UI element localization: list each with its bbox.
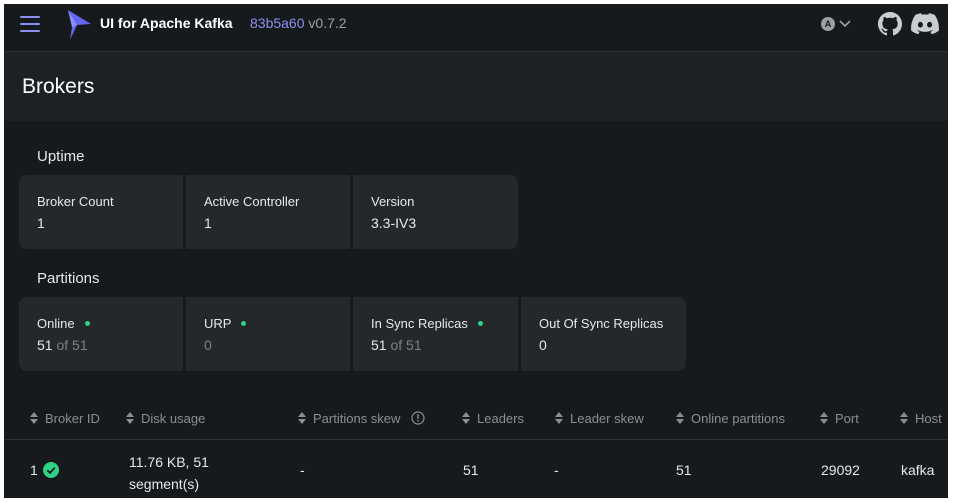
column-header-leaders[interactable]: Leaders (462, 397, 524, 439)
column-header-leader-skew[interactable]: Leader skew (555, 397, 644, 439)
column-header-online-partitions[interactable]: Online partitions (676, 397, 785, 439)
sort-icon (126, 412, 134, 424)
top-navbar: UI for Apache Kafka 83b5a60 v0.7.2 A (4, 4, 948, 52)
metric-value: 1 (204, 215, 212, 231)
user-menu[interactable]: A (821, 15, 851, 33)
column-header-port[interactable]: Port (820, 397, 859, 439)
metric-card-broker-count: Broker Count 1 (19, 175, 183, 249)
metric-value: 51 (37, 337, 53, 353)
cell-disk-usage: 11.76 KB, 51 segment(s) (129, 454, 209, 492)
partitions-section-title: Partitions (37, 270, 100, 287)
avatar: A (821, 17, 835, 31)
metric-label: Active Controller (204, 194, 300, 209)
metric-card-active-controller: Active Controller 1 (186, 175, 350, 249)
cell-port: 29092 (821, 462, 860, 478)
metric-total: of 51 (390, 337, 422, 353)
status-dot-icon (241, 321, 247, 326)
metric-card-urp: URP 0 (186, 297, 350, 371)
column-header-partitions-skew[interactable]: Partitions skew (298, 397, 426, 439)
cell-leaders: 51 (463, 462, 479, 478)
metric-label: Broker Count (37, 194, 114, 209)
metric-label: Version (371, 194, 415, 209)
app-title[interactable]: UI for Apache Kafka (100, 15, 233, 31)
column-header-disk-usage[interactable]: Disk usage (126, 397, 205, 439)
discord-icon[interactable] (911, 13, 939, 35)
cell-online-partitions: 51 (676, 462, 692, 478)
info-icon[interactable] (411, 411, 426, 425)
metric-value: 51 (371, 337, 387, 353)
sort-icon (462, 412, 470, 424)
sort-icon (298, 412, 306, 424)
metric-value: 3.3-IV3 (371, 215, 417, 231)
metric-value: 1 (37, 215, 45, 231)
metric-label: In Sync Replicas (371, 316, 468, 331)
cell-leader-skew: - (554, 462, 559, 478)
menu-icon[interactable] (20, 16, 40, 32)
metric-card-version: Version 3.3-IV3 (353, 175, 518, 249)
sort-icon (900, 412, 908, 424)
app-window: UI for Apache Kafka 83b5a60 v0.7.2 A Bro… (4, 4, 948, 498)
cell-broker-id[interactable]: 1 (30, 462, 59, 478)
partitions-metrics: Online 51 of 51 URP 0 In Sync Replicas 5… (19, 297, 686, 371)
metric-total: of 51 (56, 337, 88, 353)
github-icon[interactable] (878, 12, 902, 36)
table-row[interactable]: 1 11.76 KB, 51 segment(s) - 51 - 51 2909… (4, 440, 948, 498)
cell-partitions-skew: - (300, 462, 305, 478)
metric-label: URP (204, 316, 232, 331)
status-dot-icon (477, 321, 483, 326)
sort-icon (676, 412, 684, 424)
metric-label: Out Of Sync Replicas (539, 316, 664, 331)
metric-card-online: Online 51 of 51 (19, 297, 183, 371)
metric-label: Online (37, 316, 75, 331)
check-circle-icon (42, 462, 59, 478)
metric-card-in-sync-replicas: In Sync Replicas 51 of 51 (353, 297, 518, 371)
commit-hash[interactable]: 83b5a60 (250, 15, 305, 31)
uptime-metrics: Broker Count 1 Active Controller 1 Versi… (19, 175, 518, 249)
brokers-table-header: Broker ID Disk usage Partitions skew Lea… (4, 397, 948, 440)
sort-icon (555, 412, 563, 424)
cell-host: kafka (901, 462, 935, 478)
sort-icon (820, 412, 828, 424)
sort-icon (30, 412, 38, 424)
column-header-host[interactable]: Host (900, 397, 942, 439)
version-info: 83b5a60 v0.7.2 (250, 15, 347, 31)
metric-value: 0 (204, 337, 212, 353)
metric-card-out-of-sync-replicas: Out Of Sync Replicas 0 (521, 297, 686, 371)
uptime-section-title: Uptime (37, 148, 85, 165)
page-header: Brokers (4, 52, 948, 121)
status-dot-icon (84, 321, 90, 326)
metric-value: 0 (539, 337, 547, 353)
page-title: Brokers (22, 75, 95, 98)
kafka-logo[interactable] (65, 9, 93, 41)
column-header-broker-id[interactable]: Broker ID (30, 397, 100, 439)
version-number: v0.7.2 (308, 15, 347, 31)
chevron-down-icon (839, 20, 851, 28)
